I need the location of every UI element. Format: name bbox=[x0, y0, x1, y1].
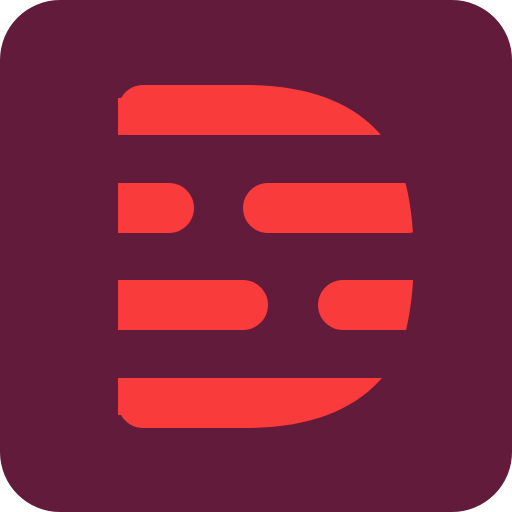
d-left-edge-top bbox=[118, 98, 144, 135]
app-icon-canvas bbox=[0, 0, 512, 512]
app-icon bbox=[0, 0, 512, 512]
d-stroke-row2-right bbox=[243, 183, 414, 233]
d-left-edge-row2 bbox=[118, 183, 144, 233]
d-left-edge-bottom bbox=[118, 378, 144, 415]
icon-background bbox=[0, 0, 512, 512]
d-left-edge-row3 bbox=[118, 280, 144, 330]
